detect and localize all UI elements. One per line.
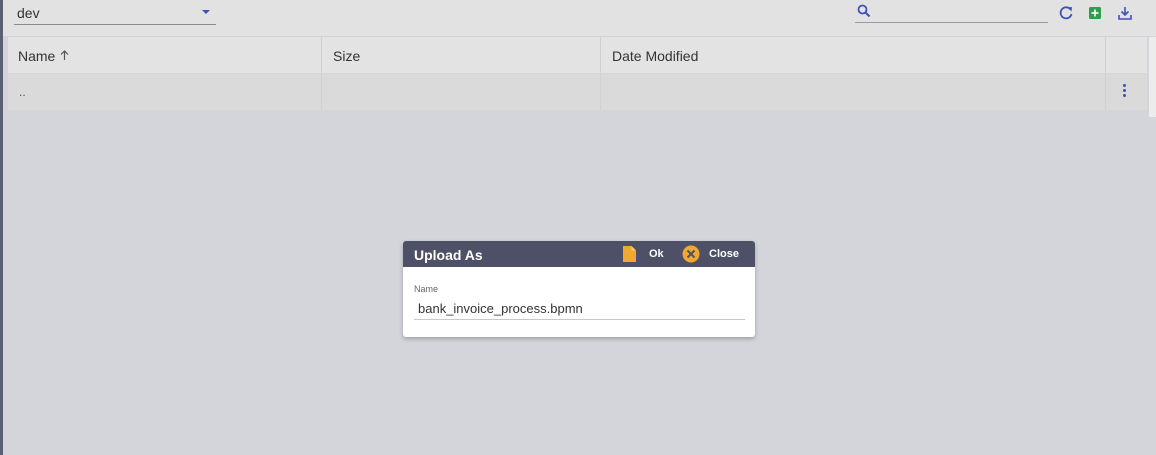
table-header: Name Size Date Modified — [8, 37, 1147, 74]
add-file-button[interactable] — [1086, 4, 1104, 22]
ok-button-label: Ok — [649, 248, 664, 260]
cell-actions — [1106, 74, 1147, 110]
close-button-label: Close — [709, 248, 739, 260]
column-header-label: Name — [18, 48, 56, 64]
close-circle-icon — [682, 245, 700, 263]
column-header-label: Date Modified — [612, 48, 699, 64]
add-file-icon — [1089, 7, 1101, 19]
file-icon — [623, 246, 636, 262]
parent-folder-link[interactable]: .. — [19, 85, 26, 99]
name-field-label: Name — [414, 284, 439, 294]
search-input[interactable] — [877, 2, 1049, 22]
search-icon — [857, 4, 871, 18]
file-table: Name Size Date Modified .. — [8, 37, 1147, 110]
column-header-label: Size — [333, 48, 361, 64]
toolbar: dev — [3, 0, 1156, 36]
column-header-size[interactable]: Size — [322, 37, 601, 73]
cell-size — [322, 74, 601, 110]
more-vert-icon[interactable] — [1123, 84, 1126, 99]
dialog-body: Name — [403, 267, 755, 337]
cell-name: .. — [8, 74, 322, 110]
close-button[interactable]: Close — [682, 241, 746, 267]
column-header-date-modified[interactable]: Date Modified — [601, 37, 1106, 73]
dialog-header: Upload As Ok Close — [403, 241, 755, 267]
search-field[interactable] — [855, 2, 1049, 23]
name-input[interactable] — [414, 298, 745, 320]
download-button[interactable] — [1116, 4, 1134, 22]
chevron-down-icon — [202, 10, 210, 14]
ok-button[interactable]: Ok — [622, 241, 668, 267]
refresh-icon — [1059, 6, 1073, 20]
folder-select[interactable]: dev — [14, 2, 216, 25]
column-header-name[interactable]: Name — [8, 37, 322, 73]
cell-date-modified — [601, 74, 1106, 110]
refresh-button[interactable] — [1057, 4, 1075, 22]
folder-select-value: dev — [17, 5, 40, 21]
download-icon — [1118, 7, 1132, 20]
table-row[interactable]: .. — [8, 74, 1147, 110]
scrollbar[interactable] — [1149, 37, 1156, 117]
sort-ascending-icon — [60, 50, 69, 60]
upload-as-dialog: Upload As Ok Close Name — [403, 241, 755, 337]
window-left-edge — [0, 0, 3, 455]
dialog-title: Upload As — [414, 247, 483, 263]
column-header-actions — [1106, 37, 1147, 73]
